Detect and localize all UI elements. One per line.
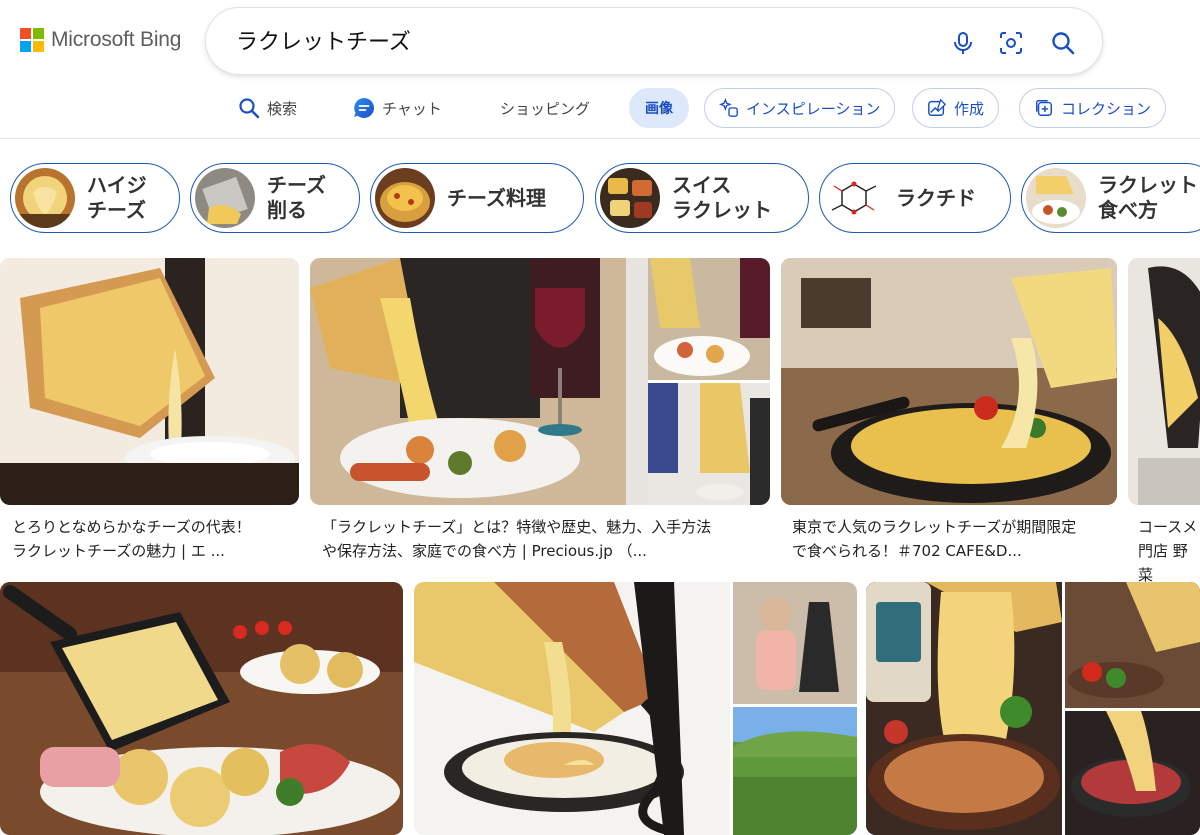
chip-thumbnail: [824, 168, 884, 228]
chip-label: チーズ 削る: [267, 173, 326, 222]
result-caption[interactable]: 東京で人気のラクレットチーズが期間限定 で食べられる！＃702 CAFE&D..…: [792, 515, 1127, 563]
tab-label: インスピレーション: [746, 99, 881, 118]
result-caption[interactable]: コースメ 門店 野菜: [1138, 515, 1200, 587]
result-image: [1128, 258, 1200, 505]
image-result[interactable]: [781, 258, 1117, 505]
result-caption[interactable]: 「ラクレットチーズ」とは？特徴や歴史、魅力、入手方法 や保存方法、家庭での食べ方…: [322, 515, 767, 563]
result-image: [0, 582, 403, 835]
suggestion-chip-cheese-grate[interactable]: チーズ 削る: [190, 163, 360, 233]
header-divider: [0, 138, 1200, 139]
image-result[interactable]: [0, 258, 299, 505]
image-result[interactable]: [0, 582, 403, 835]
tab-collections[interactable]: コレクション: [1019, 88, 1167, 128]
chip-thumbnail: [375, 168, 435, 228]
copilot-chat-icon: [354, 98, 374, 118]
chip-label: ラクレット 食べ方: [1098, 173, 1198, 222]
tab-label: 検索: [267, 99, 298, 118]
image-result-collage[interactable]: [866, 582, 1200, 835]
tab-label: チャット: [382, 99, 442, 118]
result-caption[interactable]: とろりとなめらかなチーズの代表！ ラクレットチーズの魅力 | エ ...: [12, 515, 297, 563]
tab-label: 画像: [645, 101, 673, 117]
suggestion-chip-raclette-how-to-eat[interactable]: ラクレット 食べ方: [1021, 163, 1200, 233]
vertical-nav: 検索 チャット ショッピング 画像 インスピレーション 作成 コレクション: [0, 87, 1200, 131]
tab-label: ショッピング: [500, 99, 591, 118]
image-result-collage[interactable]: [414, 582, 857, 835]
tab-search[interactable]: 検索: [238, 88, 297, 128]
chip-label: スイス ラクレット: [672, 173, 772, 222]
tab-label: 作成: [954, 99, 985, 118]
result-image: [781, 258, 1117, 505]
result-image: [310, 258, 770, 505]
chip-label: ハイジ チーズ: [87, 173, 147, 222]
chip-label: ラクチド: [896, 185, 976, 210]
suggestion-chip-lactide[interactable]: ラクチド: [819, 163, 1011, 233]
result-image: [866, 582, 1200, 835]
image-create-icon: [928, 98, 947, 116]
microsoft-logo-icon: [20, 28, 44, 52]
chip-thumbnail: [600, 168, 660, 228]
chip-thumbnail: [195, 168, 255, 228]
search-icon: [239, 98, 260, 119]
suggestion-chip-swiss-raclette[interactable]: スイス ラクレット: [595, 163, 809, 233]
search-box: [206, 8, 1102, 74]
search-input[interactable]: [236, 25, 936, 55]
collection-icon: [1036, 100, 1052, 116]
tab-shopping[interactable]: ショッピング: [500, 88, 590, 128]
result-image: [0, 258, 299, 505]
chip-thumbnail: [1026, 168, 1086, 228]
tab-chat[interactable]: チャット: [353, 88, 442, 128]
chip-label: チーズ料理: [447, 185, 546, 210]
suggestion-chip-heidi-cheese[interactable]: ハイジ チーズ: [10, 163, 180, 233]
sparkle-icon: [719, 98, 738, 117]
chip-thumbnail: [15, 168, 75, 228]
suggestion-chip-cheese-dishes[interactable]: チーズ料理: [370, 163, 584, 233]
tab-label: コレクション: [1061, 99, 1152, 118]
brand-name: Microsoft Bing: [51, 28, 182, 51]
tab-create[interactable]: 作成: [912, 88, 1000, 128]
image-result[interactable]: [1128, 258, 1200, 505]
result-image: [414, 582, 857, 835]
bing-logo[interactable]: Microsoft Bing: [20, 28, 181, 52]
tab-images[interactable]: 画像: [629, 88, 689, 128]
search-icon[interactable]: [1050, 30, 1076, 56]
image-result-collage[interactable]: [310, 258, 770, 505]
microphone-icon[interactable]: [950, 30, 976, 56]
tab-inspiration[interactable]: インスピレーション: [704, 88, 896, 128]
visual-search-icon[interactable]: [998, 30, 1024, 56]
